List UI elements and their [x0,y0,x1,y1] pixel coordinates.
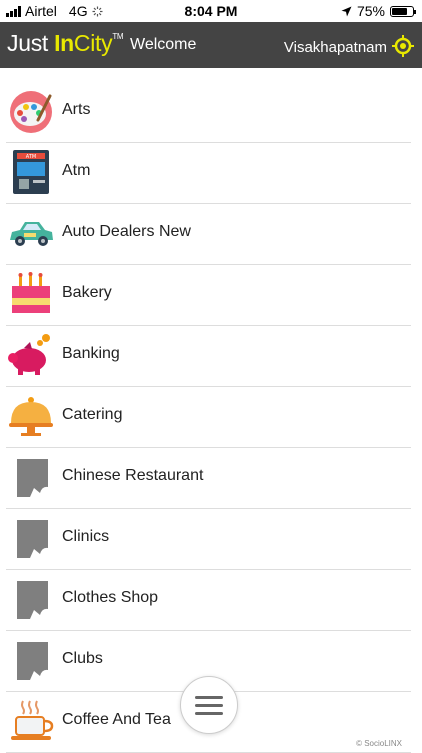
category-row-auto-dealers-new[interactable]: Auto Dealers New [6,204,411,265]
footer-credit: © SocioLINX [356,739,402,748]
logo-city: City [73,30,113,56]
category-label: Clinics [62,528,110,545]
category-label: Coffee And Tea [62,711,171,728]
battery-percent: 75% [356,3,385,19]
category-row-banking[interactable]: Banking [6,326,411,387]
city-selector[interactable]: Visakhapatnam [284,39,387,56]
category-label: Auto Dealers New [62,223,191,240]
category-label: Banking [62,345,120,362]
welcome-text: Welcome [130,36,197,53]
category-row-clothes-shop[interactable]: Clothes Shop [6,570,411,631]
category-row-clinics[interactable]: Clinics [6,509,411,570]
placeholder-icon [17,642,48,680]
menu-button[interactable] [180,676,238,734]
car-icon [10,222,53,246]
category-row-catering[interactable]: Catering [6,387,411,448]
app-header: Just InCityTM Welcome Visakhapatnam [0,22,422,68]
status-right: 75% [341,3,416,19]
cake-icon [12,272,50,313]
atm-icon: ATM [13,150,49,194]
category-list: Arts ATM Atm Auto Dealers New Bakery Ban… [0,82,422,753]
food-cloche-icon [9,397,53,436]
placeholder-icon [17,459,48,497]
piggy-bank-icon [8,334,50,375]
placeholder-icon [17,581,48,619]
category-label: Arts [62,101,91,118]
logo-trademark: TM [112,32,124,41]
category-label: Clubs [62,650,103,667]
palette-icon [10,91,52,133]
battery-icon [390,5,416,17]
category-row-arts[interactable]: Arts [6,82,411,143]
category-label: Clothes Shop [62,589,159,606]
coffee-cup-icon [11,700,54,740]
category-row-bakery[interactable]: Bakery [6,265,411,326]
category-label: Bakery [62,284,112,301]
category-row-chinese-restaurant[interactable]: Chinese Restaurant [6,448,411,509]
location-target-icon[interactable] [392,35,414,57]
category-row-atm[interactable]: ATM Atm [6,143,411,204]
category-label: Chinese Restaurant [62,467,204,484]
svg-text:ATM: ATM [26,154,36,160]
location-arrow-icon [341,6,352,16]
logo-just: Just [7,30,48,56]
logo-in: In [54,30,74,56]
category-label: Atm [62,162,91,179]
status-bar: Airtel 4G 8:04 PM 75% [0,0,422,22]
placeholder-icon [17,520,48,558]
app-logo: Just InCityTM [7,30,124,57]
category-label: Catering [62,406,123,423]
